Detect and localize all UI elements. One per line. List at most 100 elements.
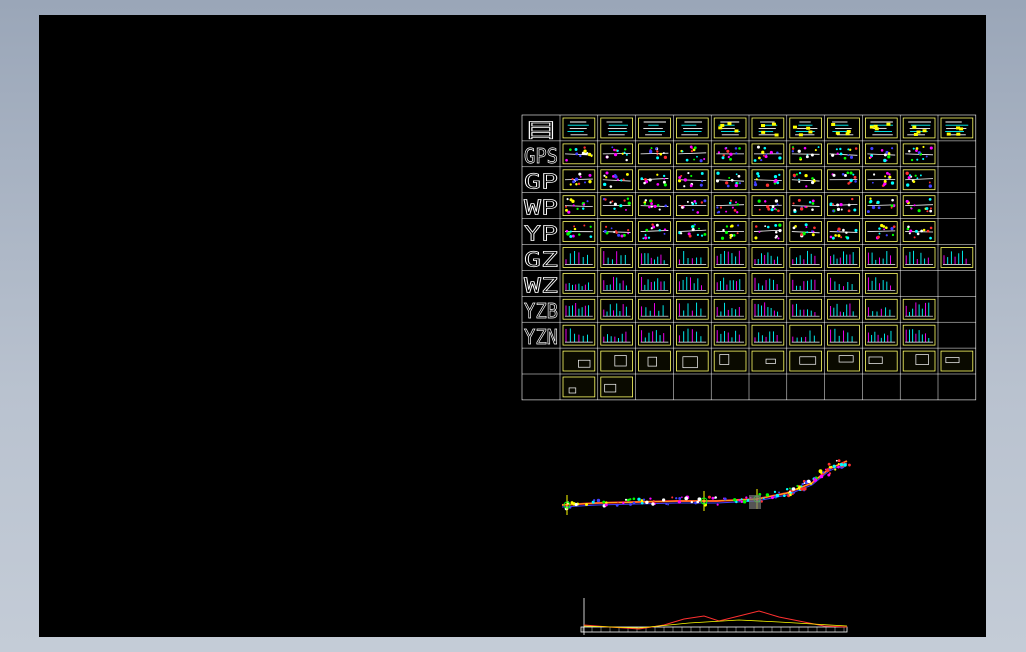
plan-feature <box>627 229 630 232</box>
plan-feature <box>755 178 758 181</box>
plan-feature <box>795 173 798 176</box>
plan-feature <box>913 204 916 207</box>
plan-feature <box>777 209 780 213</box>
route-feature <box>707 495 711 499</box>
plan-feature <box>756 145 760 149</box>
plan-feature <box>658 208 661 211</box>
plan-feature <box>656 156 660 160</box>
sheet-mark <box>761 124 766 128</box>
plan-feature <box>663 232 666 235</box>
plan-feature <box>849 155 854 159</box>
plan-feature <box>738 182 742 185</box>
plan-feature <box>619 204 623 208</box>
sheet-thumbnail <box>864 272 898 294</box>
plan-feature <box>616 178 619 181</box>
sheet-thumbnail <box>864 298 898 320</box>
plan-feature <box>915 147 919 150</box>
plan-feature <box>572 204 575 207</box>
plan-feature <box>578 233 581 236</box>
plan-feature <box>910 207 913 210</box>
plan-feature <box>574 148 578 151</box>
plan-feature <box>883 158 887 163</box>
plan-feature <box>842 228 845 232</box>
route-feature <box>837 459 841 463</box>
plan-feature <box>803 146 807 150</box>
plan-feature <box>851 197 854 201</box>
plan-feature <box>615 230 617 232</box>
plan-feature <box>613 152 618 157</box>
sheet-thumbnail <box>638 117 671 139</box>
plan-feature <box>603 174 606 177</box>
plan-feature <box>617 233 621 237</box>
sheet-frame <box>789 350 822 372</box>
plan-feature <box>766 225 770 229</box>
sheet-thumbnail <box>562 195 596 216</box>
route-feature <box>832 464 836 469</box>
route-feature <box>800 487 804 491</box>
route-feature <box>675 497 678 500</box>
plan-feature <box>691 225 695 229</box>
route-feature <box>783 494 786 498</box>
plan-feature <box>623 151 626 154</box>
row-label-gp: GP <box>524 170 558 194</box>
plan-feature <box>890 204 894 208</box>
cad-model-space[interactable]: 目 GPS GP WP YP GZ WZ YZB YZN <box>39 15 986 637</box>
plan-feature <box>664 204 668 208</box>
sheet-frame <box>864 350 898 372</box>
plan-feature <box>797 198 801 202</box>
plan-feature <box>717 210 721 214</box>
plan-feature <box>876 235 880 239</box>
plan-feature <box>778 223 782 227</box>
plan-feature <box>624 148 627 151</box>
plan-feature <box>610 227 613 230</box>
plan-feature <box>729 236 732 239</box>
plan-feature <box>719 206 723 209</box>
plan-feature <box>625 208 627 211</box>
plan-feature <box>683 178 688 182</box>
plan-feature <box>832 209 835 213</box>
plan-feature <box>602 182 607 187</box>
sheet-thumbnail <box>789 117 822 139</box>
sheet-thumbnail <box>940 117 974 139</box>
route-feature <box>834 468 837 471</box>
plan-feature <box>681 150 684 153</box>
plan-feature <box>645 228 649 232</box>
plan-feature <box>716 206 719 209</box>
plan-feature <box>847 154 850 157</box>
plan-feature <box>683 185 686 188</box>
plan-feature <box>572 180 576 184</box>
sheet-mark <box>727 122 732 126</box>
sheet-thumbnail <box>789 169 822 191</box>
plan-feature <box>869 197 872 200</box>
plan-feature <box>876 200 880 204</box>
route-feature <box>822 471 825 474</box>
row-label-wz: WZ <box>524 273 558 297</box>
plan-feature <box>846 236 850 240</box>
plan-feature <box>688 234 692 238</box>
plan-feature <box>729 199 733 202</box>
plan-feature <box>771 205 775 209</box>
plan-feature <box>736 203 739 206</box>
sheet-thumbnail <box>789 195 822 216</box>
route-feature <box>809 482 813 485</box>
sheet-thumbnail <box>864 247 898 268</box>
plan-feature <box>797 149 801 153</box>
plan-feature <box>914 174 917 177</box>
route-feature <box>602 500 606 504</box>
plan-feature <box>920 229 924 233</box>
plan-feature <box>727 155 730 159</box>
plan-feature <box>613 231 616 234</box>
plan-feature <box>882 183 886 187</box>
plan-feature <box>579 175 582 178</box>
plan-feature <box>678 179 682 183</box>
plan-feature <box>692 209 694 211</box>
route-feature <box>827 473 831 477</box>
sheet-mark <box>792 125 797 129</box>
sheet-thumbnail <box>902 350 936 372</box>
plan-feature <box>698 227 700 230</box>
plan-feature <box>663 155 668 160</box>
plan-feature <box>605 176 608 179</box>
plan-feature <box>778 229 782 233</box>
plan-feature <box>892 225 896 228</box>
sheet-thumbnail <box>864 117 898 139</box>
